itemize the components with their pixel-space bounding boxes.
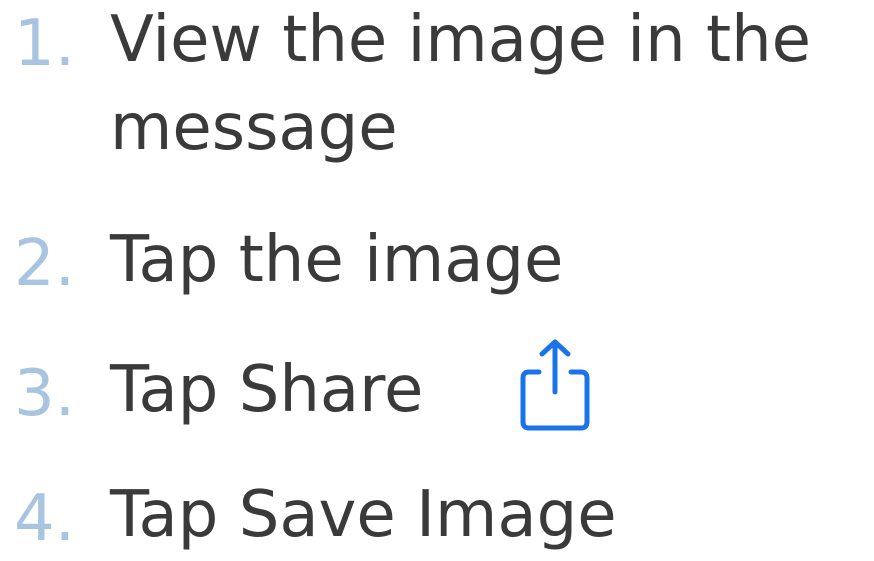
step-number: 1. xyxy=(14,7,76,81)
step-text: View the image in the message xyxy=(110,3,811,165)
share-icon xyxy=(520,339,590,431)
instruction-list: 1. View the image in the message 2. Tap … xyxy=(0,0,874,561)
step-number: 2. xyxy=(14,227,76,301)
step-text: Tap Save Image xyxy=(110,478,617,552)
step-text: Tap Share xyxy=(110,353,424,427)
step-text: Tap the image xyxy=(110,223,564,297)
step-number: 4. xyxy=(14,482,76,556)
step-number: 3. xyxy=(14,357,76,431)
